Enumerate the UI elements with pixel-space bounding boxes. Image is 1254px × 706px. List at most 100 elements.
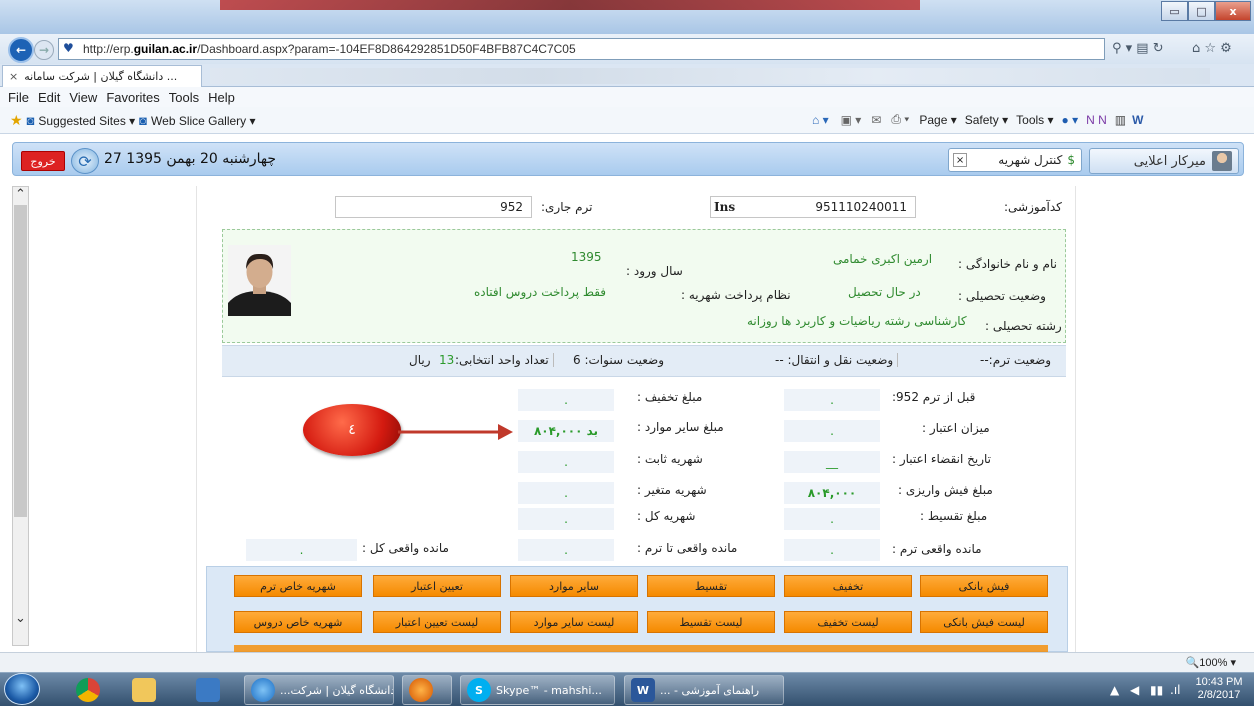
chrome-taskbar-icon[interactable]	[70, 675, 114, 705]
url-path: /Dashboard.aspx?param=-104EF8D864292851D…	[197, 42, 576, 56]
selected-units-value: 13	[439, 353, 455, 367]
page-menu[interactable]: Page ▾	[919, 113, 956, 127]
skype-taskbar-label: Skype™ - mahshi...	[496, 683, 602, 697]
term-special-tuition-button[interactable]: شهریه خاص ترم	[234, 575, 362, 597]
print-icon[interactable]: ⎙ ▾	[891, 112, 909, 127]
page-icon: ◙	[139, 113, 148, 128]
word-icon[interactable]: W	[1132, 113, 1143, 127]
tabs-blurred	[210, 68, 1210, 84]
other-items-button[interactable]: سایر موارد	[510, 575, 638, 597]
credit-amount-label: میزان اعتبار :	[922, 421, 990, 435]
home-cmd-icon[interactable]: ⌂ ▾	[812, 113, 829, 127]
user-avatar-icon	[1212, 151, 1232, 171]
scroll-up-icon[interactable]: ⌃	[15, 187, 26, 202]
site-favicon-icon: ♥	[63, 41, 74, 55]
back-button[interactable]: ←	[8, 37, 34, 63]
favorites-star-icon[interactable]: ★	[10, 112, 23, 129]
zoom-level[interactable]: 🔍100% ▾	[1186, 656, 1236, 669]
course-special-tuition-button[interactable]: شهریه خاص دروس	[234, 611, 362, 633]
signal-icon[interactable]: .ıl	[1170, 683, 1180, 697]
research-icon[interactable]: ▥	[1115, 113, 1126, 127]
years-status: وضعیت سنوات: 6	[573, 353, 664, 367]
tab-title: ... دانشگاه گیلان | شرکت سامانه	[24, 70, 178, 83]
installment-button[interactable]: تقسیط	[647, 575, 775, 597]
ie-taskbar-item[interactable]: ...دانشگاه گیلان | شرکت	[244, 675, 394, 705]
browser-status-bar: 🔍100% ▾	[0, 652, 1254, 672]
firefox-taskbar-item[interactable]	[402, 675, 452, 705]
variable-tuition-label: شهریه متغیر :	[637, 483, 707, 497]
payment-system-label: نظام پرداخت شهریه :	[681, 288, 791, 302]
network-icon[interactable]: ▮▮	[1150, 683, 1163, 697]
feeds-icon[interactable]: ▣ ▾	[841, 113, 862, 127]
menu-help[interactable]: Help	[208, 90, 235, 105]
help-icon[interactable]: ● ▾	[1062, 113, 1079, 127]
forward-button[interactable]: →	[34, 40, 54, 60]
edu-status-value: در حال تحصیل	[848, 285, 921, 299]
word-taskbar-item[interactable]: W... - راهنمای آموزشی	[624, 675, 784, 705]
tab-close-icon[interactable]: ×	[9, 70, 18, 83]
set-credit-list-button[interactable]: لیست تعیین اعتبار	[373, 611, 501, 633]
major-label: رشته تحصیلی :	[985, 319, 1062, 333]
menu-file[interactable]: File	[8, 90, 29, 105]
installment-list-button[interactable]: لیست تقسیط	[647, 611, 775, 633]
other-items-list-button[interactable]: لیست سایر موارد	[510, 611, 638, 633]
logout-button[interactable]: خروج	[21, 151, 65, 171]
other-items-label: مبلغ سایر موارد :	[637, 420, 724, 434]
scroll-down-icon[interactable]: ⌄	[15, 611, 26, 626]
credit-amount-value: .	[784, 420, 880, 442]
fav-web-slice-gallery[interactable]: Web Slice Gallery ▾	[151, 114, 256, 128]
edu-code-field[interactable]: 951110240011	[710, 196, 916, 218]
discount-list-button[interactable]: لیست تخفیف	[784, 611, 912, 633]
address-bar[interactable]: http://erp. guilan.ac.ir/Dashboard.aspx?p…	[58, 38, 1105, 60]
menu-tools[interactable]: Tools	[169, 90, 199, 105]
tuition-control-tab[interactable]: $ کنترل شهریه ×	[948, 148, 1082, 172]
total-tuition-label: شهریه کل :	[637, 509, 696, 523]
edu-code-value: 951110240011	[815, 200, 907, 214]
remaining-term-value: .	[784, 539, 880, 561]
start-button[interactable]	[4, 673, 40, 705]
menu-favorites[interactable]: Favorites	[106, 90, 159, 105]
tab-active[interactable]: ... دانشگاه گیلان | شرکت سامانه ×	[2, 65, 202, 87]
transfer-status: وضعیت نقل و انتقال: --	[775, 353, 899, 367]
onenote-icon[interactable]: N N	[1086, 113, 1107, 127]
system-clock[interactable]: 10:43 PM 2/8/2017	[1188, 676, 1250, 702]
entry-year-label: سال ورود :	[626, 264, 683, 278]
app-taskbar-icon[interactable]	[190, 675, 234, 705]
bank-slip-button[interactable]: فیش بانکی	[920, 575, 1048, 597]
page-icon: ◙	[26, 113, 35, 128]
search-icon[interactable]: ⚲ ▾ ▤ ↻	[1112, 41, 1164, 56]
minimize-button[interactable]: ▭	[1161, 1, 1188, 21]
skype-taskbar-item[interactable]: S Skype™ - mahshi...	[460, 675, 615, 705]
fav-suggested-sites[interactable]: Suggested Sites ▾	[38, 114, 135, 128]
installment-value: .	[784, 508, 880, 530]
menu-view[interactable]: View	[69, 90, 97, 105]
clock-time: 10:43 PM	[1195, 676, 1243, 688]
discount-button[interactable]: تخفیف	[784, 575, 912, 597]
user-name: میرکار اعلایی	[1133, 153, 1206, 169]
close-window-button[interactable]: x	[1215, 1, 1251, 21]
volume-icon[interactable]: ◀	[1130, 683, 1139, 697]
user-menu[interactable]: میرکار اعلایی	[1089, 148, 1239, 174]
current-term-field[interactable]: 952	[335, 196, 532, 218]
refresh-icon[interactable]: ⟳	[71, 148, 99, 174]
name-value: ارمین اکبری خمامی	[833, 252, 933, 266]
fixed-tuition-label: شهریه ثابت :	[637, 452, 703, 466]
remaining-until-term-label: مانده واقعی تا ترم :	[637, 541, 738, 555]
scrollbar-thumb[interactable]	[14, 205, 27, 517]
mail-icon[interactable]: ✉	[871, 113, 881, 127]
credit-expiry-value: __	[784, 451, 880, 473]
safety-menu[interactable]: Safety ▾	[965, 113, 1008, 127]
tools-menu[interactable]: Tools ▾	[1016, 113, 1053, 127]
tray-up-arrow-icon[interactable]: ▲	[1110, 683, 1119, 697]
bank-slip-list-button[interactable]: لیست فیش بانکی	[920, 611, 1048, 633]
tab-close-icon[interactable]: ×	[953, 153, 967, 167]
url-prefix: http://erp.	[83, 42, 134, 56]
set-credit-button[interactable]: تعیین اعتبار	[373, 575, 501, 597]
home-icon[interactable]: ⌂ ☆ ⚙	[1192, 41, 1232, 56]
before-term-value: .	[784, 389, 880, 411]
explorer-taskbar-icon[interactable]	[126, 675, 170, 705]
other-items-value: ۸۰۴,۰۰۰ بد	[518, 420, 614, 442]
remaining-total-value: .	[246, 539, 357, 561]
maximize-button[interactable]: □	[1188, 1, 1215, 21]
menu-edit[interactable]: Edit	[38, 90, 60, 105]
